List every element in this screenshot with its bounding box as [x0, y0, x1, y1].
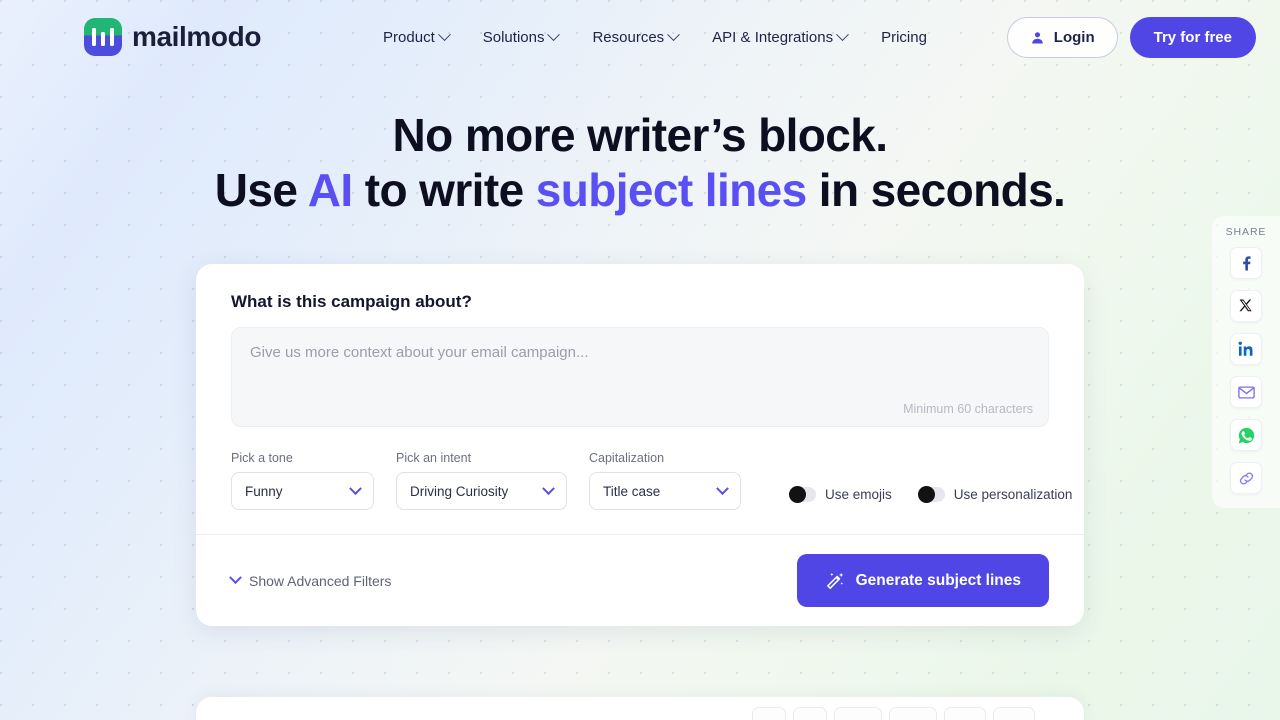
- share-x-button[interactable]: [1230, 290, 1262, 322]
- intent-label: Pick an intent: [396, 451, 472, 465]
- mailmodo-logo-icon: [84, 18, 122, 56]
- nav-label: Product: [383, 28, 435, 46]
- nav-label: API & Integrations: [712, 28, 834, 46]
- generation-controls: Pick a tone Funny Pick an intent Driving…: [231, 451, 1072, 510]
- tone-value: Funny: [245, 483, 283, 499]
- tone-select[interactable]: Funny: [231, 472, 374, 510]
- chevron-down-icon: [547, 27, 561, 41]
- toolbar-pill[interactable]: [752, 707, 786, 720]
- toggle-switch[interactable]: [917, 486, 945, 503]
- hero-highlight-ai: AI: [307, 164, 353, 216]
- header-actions: Login Try for free: [1006, 16, 1256, 58]
- chevron-down-icon: [836, 27, 849, 41]
- chevron-down-icon: [542, 481, 555, 495]
- hero-heading: No more writer’s block. Use AI to write …: [0, 108, 1280, 218]
- hero-line-1: No more writer’s block.: [392, 109, 889, 161]
- campaign-context-field[interactable]: Give us more context about your email ca…: [231, 327, 1049, 427]
- whatsapp-icon: [1238, 427, 1254, 443]
- nav-item-api-integrations[interactable]: API & Integrations: [712, 27, 849, 46]
- share-email-button[interactable]: [1230, 376, 1262, 408]
- user-icon: [1031, 31, 1043, 43]
- results-toolbar-pills: [752, 707, 1035, 720]
- capitalization-control: Capitalization Title case: [589, 451, 741, 510]
- use-personalization-label: Use personalization: [953, 487, 1073, 502]
- use-emojis-label: Use emojis: [825, 487, 892, 502]
- toolbar-pill[interactable]: [793, 707, 827, 720]
- share-copy-link-button[interactable]: [1230, 462, 1262, 494]
- intent-select[interactable]: Driving Curiosity: [396, 472, 567, 510]
- copy-link-icon: [1239, 471, 1253, 485]
- nav-label: Solutions: [482, 28, 545, 46]
- login-label: Login: [1053, 28, 1095, 46]
- campaign-question-label: What is this campaign about?: [231, 292, 472, 311]
- hero-text-in-seconds: in seconds.: [806, 164, 1066, 216]
- card-footer: Show Advanced Filters Generate subject l…: [196, 534, 1084, 626]
- min-characters-hint: Minimum 60 characters: [903, 402, 1033, 416]
- share-title: SHARE: [1225, 226, 1267, 238]
- tone-label: Pick a tone: [231, 451, 293, 465]
- hero-line-2: Use AI to write subject lines in seconds…: [0, 163, 1280, 218]
- main-navigation: Product Solutions Resources API & Integr…: [383, 27, 927, 46]
- nav-item-solutions[interactable]: Solutions: [482, 27, 561, 46]
- nav-item-pricing[interactable]: Pricing: [881, 29, 927, 46]
- campaign-context-placeholder: Give us more context about your email ca…: [250, 344, 589, 361]
- chevron-down-icon: [716, 481, 729, 495]
- nav-label: Pricing: [881, 28, 927, 46]
- share-whatsapp-button[interactable]: [1230, 419, 1262, 451]
- nav-item-product[interactable]: Product: [383, 27, 451, 46]
- linkedin-icon: [1238, 341, 1253, 356]
- nav-label: Resources: [592, 28, 665, 46]
- toggle-switch[interactable]: [789, 486, 816, 503]
- card-body: What is this campaign about? Give us mor…: [196, 264, 1084, 534]
- site-header: mailmodo Product Solutions Resources API…: [0, 0, 1280, 74]
- magic-wand-icon: [826, 572, 843, 589]
- capitalization-select[interactable]: Title case: [589, 472, 741, 510]
- chevron-down-icon: [667, 27, 681, 41]
- brand-logo[interactable]: mailmodo: [84, 18, 261, 56]
- show-advanced-filters-toggle[interactable]: Show Advanced Filters: [229, 571, 392, 589]
- hero-text-to-write: to write: [352, 164, 536, 216]
- generate-subject-lines-button[interactable]: Generate subject lines: [796, 554, 1049, 607]
- chevron-down-icon: [229, 571, 242, 585]
- share-rail: SHARE: [1212, 216, 1280, 508]
- capitalization-label: Capitalization: [589, 451, 665, 465]
- x-twitter-icon: [1239, 299, 1252, 312]
- brand-name: mailmodo: [132, 21, 262, 52]
- advanced-filters-label: Show Advanced Filters: [249, 572, 392, 589]
- generate-label: Generate subject lines: [855, 571, 1021, 589]
- facebook-icon: [1243, 256, 1251, 271]
- share-linkedin-button[interactable]: [1230, 333, 1262, 365]
- hero-text-use: Use: [214, 164, 308, 216]
- try-for-free-button[interactable]: Try for free: [1129, 16, 1256, 58]
- intent-control: Pick an intent Driving Curiosity: [396, 451, 567, 510]
- tone-control: Pick a tone Funny: [231, 451, 374, 510]
- capitalization-value: Title case: [603, 483, 661, 499]
- chevron-down-icon: [349, 481, 362, 495]
- login-button[interactable]: Login: [1006, 16, 1118, 58]
- chevron-down-icon: [437, 27, 451, 41]
- toolbar-pill[interactable]: [944, 707, 986, 720]
- use-emojis-toggle[interactable]: Use emojis: [789, 486, 892, 503]
- nav-item-resources[interactable]: Resources: [592, 27, 681, 46]
- share-facebook-button[interactable]: [1230, 247, 1262, 279]
- toolbar-pill[interactable]: [834, 707, 882, 720]
- use-personalization-toggle[interactable]: Use personalization: [917, 486, 1073, 503]
- toolbar-pill[interactable]: [889, 707, 937, 720]
- subject-line-generator-card: What is this campaign about? Give us mor…: [196, 264, 1084, 626]
- toolbar-pill[interactable]: [993, 707, 1035, 720]
- hero-highlight-subject-lines: subject lines: [535, 164, 807, 216]
- intent-value: Driving Curiosity: [410, 483, 509, 499]
- option-toggles: Use emojis Use personalization: [789, 486, 1073, 510]
- email-icon: [1237, 385, 1255, 399]
- results-card-peek: [196, 697, 1084, 720]
